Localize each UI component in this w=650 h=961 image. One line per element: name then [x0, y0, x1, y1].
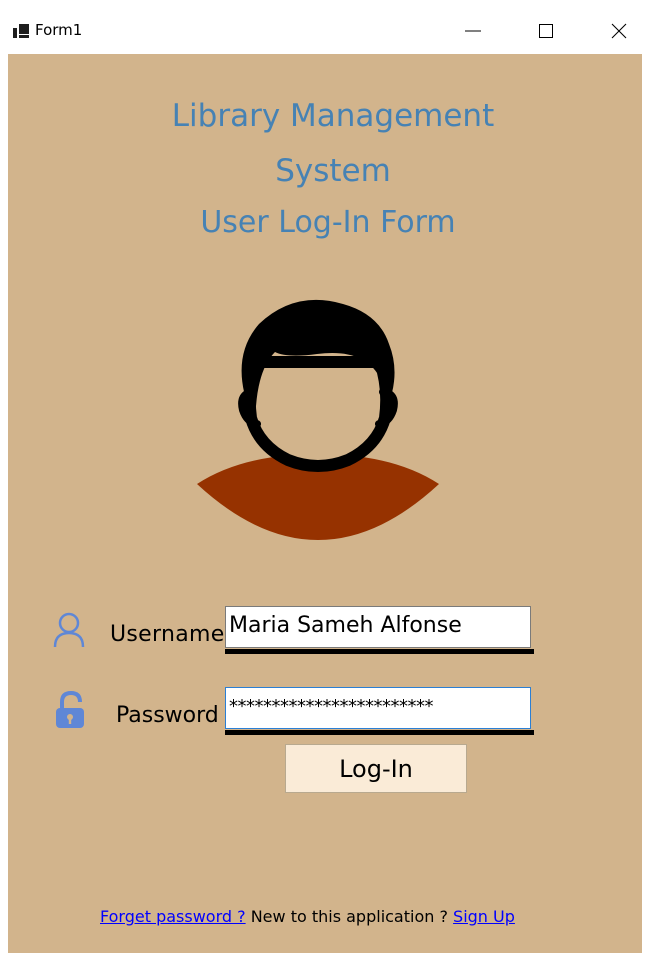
password-underline — [225, 730, 534, 735]
close-button[interactable] — [596, 8, 642, 54]
user-icon — [53, 612, 85, 648]
close-icon — [611, 23, 627, 39]
app-icon — [13, 24, 29, 38]
minimize-button[interactable] — [450, 8, 496, 54]
maximize-button[interactable] — [523, 8, 569, 54]
app-title-line1: Library Management — [171, 98, 495, 134]
unlocked-padlock-icon — [56, 691, 84, 728]
username-input[interactable]: Maria Sameh Alfonse — [225, 606, 531, 648]
login-button[interactable]: Log-In — [285, 744, 467, 793]
username-underline — [225, 649, 534, 654]
login-form-panel: Library Management System User Log-In Fo… — [8, 54, 642, 953]
app-title-line2: System — [275, 153, 391, 189]
footer-links: Forget password ? New to this applicatio… — [100, 907, 515, 926]
user-avatar-image — [197, 299, 439, 540]
new-user-text: New to this application ? — [245, 907, 454, 926]
title-bar[interactable]: Form1 — [8, 8, 642, 54]
password-input[interactable]: ************************ — [225, 687, 531, 729]
forget-password-link[interactable]: Forget password ? — [100, 907, 246, 926]
form-subtitle: User Log-In Form — [200, 205, 456, 240]
sign-up-link[interactable]: Sign Up — [453, 907, 515, 926]
window-title: Form1 — [35, 21, 83, 39]
password-label: Password — [116, 703, 219, 728]
username-label: Username — [110, 622, 225, 647]
maximize-icon — [539, 24, 553, 38]
form-window: Form1 Library Management System User Log… — [8, 8, 642, 953]
minimize-icon — [465, 30, 481, 32]
